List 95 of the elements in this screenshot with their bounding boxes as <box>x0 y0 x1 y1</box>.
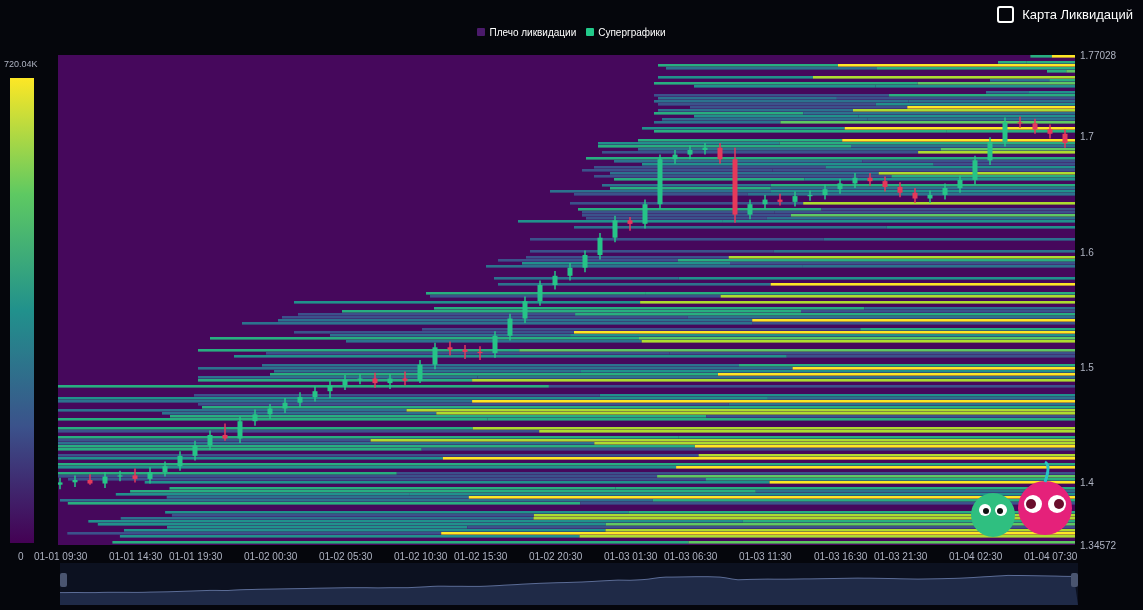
candlestick <box>747 198 753 220</box>
candlestick <box>207 429 213 451</box>
candlestick <box>192 440 198 462</box>
checkbox[interactable] <box>997 6 1015 23</box>
candlestick <box>537 279 543 307</box>
candlestick <box>507 313 513 342</box>
candlestick <box>297 391 303 409</box>
candlestick <box>687 144 693 160</box>
candlestick <box>117 470 123 482</box>
candlestick <box>87 473 93 486</box>
legend-label[interactable]: Плечо ликвидации <box>489 24 577 40</box>
candlestick <box>447 340 453 357</box>
y-axis-label: 1.6 <box>1080 245 1094 260</box>
candlestick <box>717 142 723 165</box>
x-axis-label: 01-02 10:30 <box>394 550 448 564</box>
candlestick <box>927 189 933 204</box>
candlestick <box>957 174 963 194</box>
candlestick <box>387 373 393 390</box>
y-axis-label: 1.34572 <box>1080 539 1117 553</box>
x-axis-label: 01-03 16:30 <box>814 550 868 564</box>
candlestick <box>72 474 78 488</box>
x-axis-label: 01-02 20:30 <box>529 550 583 564</box>
candlestick <box>792 190 798 208</box>
y-axis-label: 1.5 <box>1080 360 1094 375</box>
candlestick <box>837 178 843 195</box>
candlestick <box>432 341 438 370</box>
candlestick <box>1062 128 1068 149</box>
candlestick <box>147 466 153 485</box>
candlestick <box>567 262 573 282</box>
candlestick <box>1017 115 1023 129</box>
y-axis-label: 1.7 <box>1080 130 1094 145</box>
x-axis-label: 01-01 19:30 <box>169 550 223 564</box>
x-axis-label: 01-04 02:30 <box>949 550 1003 564</box>
candlestick <box>102 471 108 489</box>
candlestick <box>312 385 318 403</box>
candlestick <box>762 194 768 210</box>
candlestick <box>1032 118 1038 135</box>
candlestick <box>612 214 618 244</box>
candlestick <box>942 182 948 201</box>
candlestick <box>522 295 528 324</box>
x-axis-label: 01-03 01:30 <box>604 550 658 564</box>
candlestick <box>462 344 468 360</box>
candlestick <box>417 359 423 384</box>
candlestick <box>867 172 873 187</box>
candlestick <box>777 193 783 207</box>
candlestick <box>912 187 918 204</box>
candlestick <box>357 373 363 386</box>
x-axis-label: 01-02 00:30 <box>244 550 298 564</box>
candlestick <box>882 175 888 193</box>
candlestick <box>657 153 663 210</box>
candlestick <box>58 476 63 491</box>
scale-max-label: 720.04K <box>4 58 38 71</box>
candlestick <box>627 216 633 232</box>
candlestick <box>852 172 858 189</box>
candlestick <box>582 249 588 274</box>
y-axis-label: 1.77028 <box>1080 49 1117 63</box>
x-axis-label: 01-01 14:30 <box>109 550 163 564</box>
candlestick <box>327 380 333 399</box>
candlestick <box>897 181 903 199</box>
candlestick <box>672 149 678 165</box>
candlestick <box>807 189 813 202</box>
candlestick <box>597 232 603 261</box>
candlestick <box>252 408 258 427</box>
candlestick <box>267 403 273 420</box>
candlestick <box>132 467 138 484</box>
liquidation-map-toggle[interactable]: Карта Ликвидаций <box>997 5 1133 24</box>
candlestick <box>177 450 183 472</box>
x-axis-label: 01-03 06:30 <box>664 550 718 564</box>
scale-min-label: 0 <box>18 550 24 564</box>
candlestick <box>1047 123 1053 140</box>
x-axis-label: 01-02 15:30 <box>454 550 508 564</box>
x-axis-label: 01-02 05:30 <box>319 550 373 564</box>
y-axis-label: 1.4 <box>1080 476 1094 491</box>
candlestick <box>372 371 378 389</box>
x-axis-label: 01-03 11:30 <box>739 550 792 564</box>
candlestick <box>972 154 978 186</box>
candlestick <box>402 370 408 387</box>
candlestick <box>342 374 348 391</box>
candlestick <box>222 422 228 442</box>
x-axis-label: 01-04 07:30 <box>1024 550 1078 564</box>
x-axis-label: 01-03 21:30 <box>874 550 928 564</box>
candlestick <box>1002 116 1008 148</box>
candlestick <box>237 415 243 444</box>
range-navigator[interactable] <box>60 563 1078 605</box>
candlestick <box>477 345 483 361</box>
candlestick <box>552 270 558 291</box>
legend-label[interactable]: Суперграфики <box>598 24 666 40</box>
candlestick <box>162 460 168 478</box>
candlestick <box>282 397 288 414</box>
x-axis-label: 01-01 09:30 <box>34 550 88 564</box>
candlestick <box>492 330 498 359</box>
candlestick <box>642 198 648 230</box>
candlestick <box>702 142 708 156</box>
candlestick <box>987 136 993 166</box>
candlestick <box>822 183 828 201</box>
